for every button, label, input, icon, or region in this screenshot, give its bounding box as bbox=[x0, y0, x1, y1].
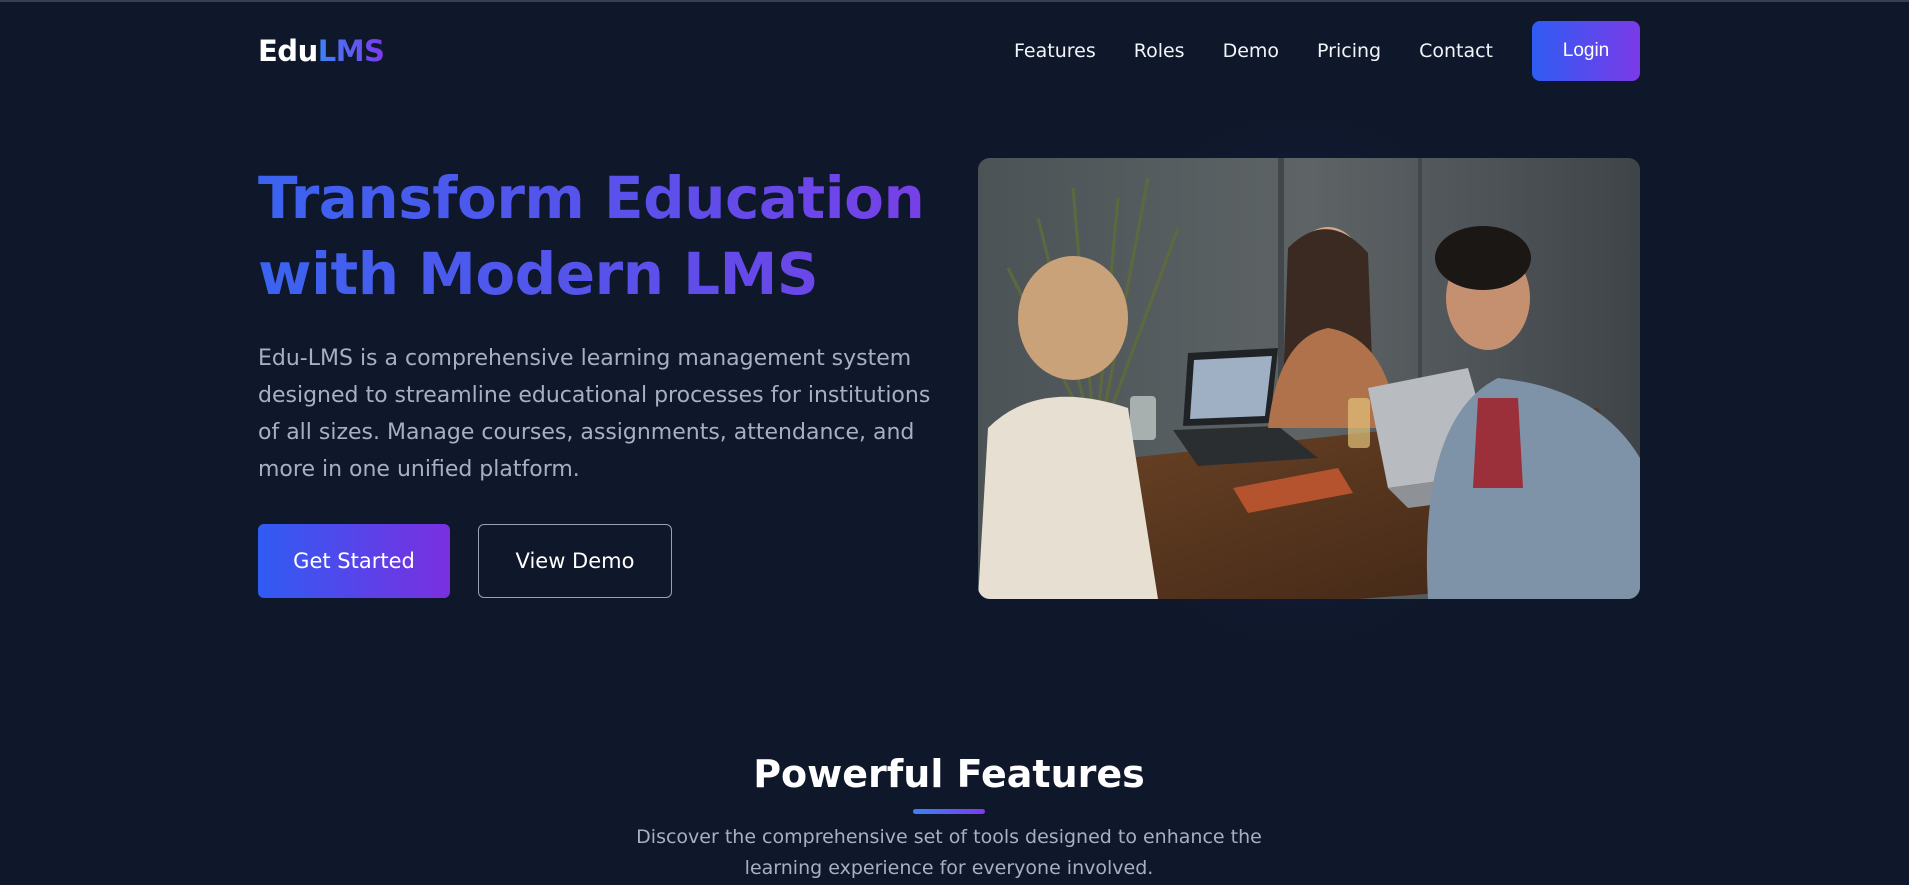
get-started-button[interactable]: Get Started bbox=[258, 524, 450, 598]
hero-description: Edu-LMS is a comprehensive learning mana… bbox=[258, 346, 931, 482]
hero-title-line2: with Modern LMS bbox=[258, 240, 819, 308]
brand-logo[interactable]: EduLMS bbox=[258, 34, 385, 68]
login-button[interactable]: Login bbox=[1532, 21, 1640, 81]
brand-name-prefix: Edu bbox=[258, 34, 318, 68]
nav-links: Features Roles Demo Pricing Contact Logi… bbox=[1014, 21, 1640, 81]
hero-title-line1: Transform Education bbox=[258, 164, 925, 232]
nav-link-contact[interactable]: Contact bbox=[1419, 40, 1493, 62]
features-description: Discover the comprehensive set of tools … bbox=[636, 826, 1262, 879]
nav-link-pricing[interactable]: Pricing bbox=[1317, 40, 1381, 62]
nav-link-features[interactable]: Features bbox=[1014, 40, 1096, 62]
hero-title: Transform Education with Modern LMS bbox=[258, 160, 958, 312]
brand-name-suffix: LMS bbox=[317, 34, 385, 68]
features-title: Powerful Features bbox=[753, 752, 1145, 796]
hero-image bbox=[978, 158, 1640, 599]
view-demo-button[interactable]: View Demo bbox=[478, 524, 672, 598]
nav-link-roles[interactable]: Roles bbox=[1134, 40, 1185, 62]
navbar: EduLMS Features Roles Demo Pricing Conta… bbox=[258, 18, 1640, 84]
nav-link-demo[interactable]: Demo bbox=[1223, 40, 1279, 62]
students-collaborating-illustration bbox=[978, 158, 1640, 599]
top-border bbox=[0, 0, 1909, 2]
features-title-underline bbox=[913, 809, 985, 814]
